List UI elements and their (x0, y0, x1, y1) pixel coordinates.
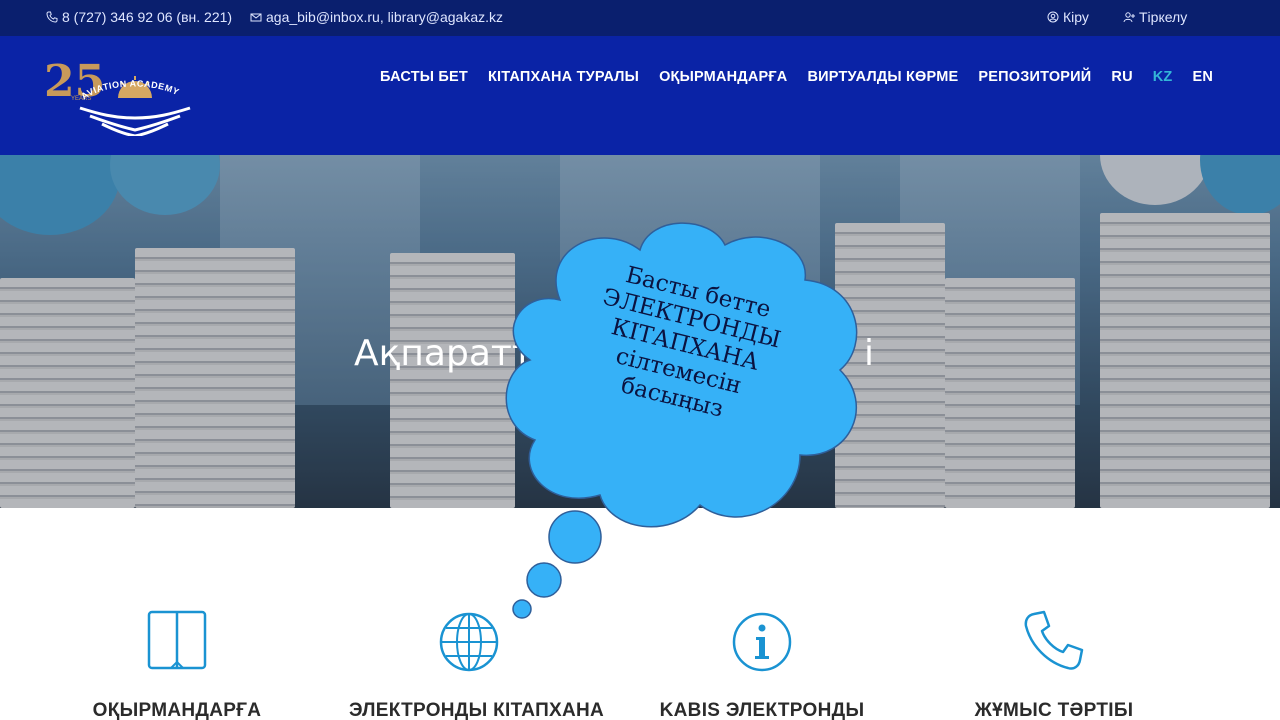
feature-label: ОҚЫРМАНДАРҒА (92, 700, 262, 720)
login-link[interactable]: Кіру (1047, 9, 1089, 25)
feature-work-schedule[interactable]: ЖҰМЫС ТӘРТІБІ (934, 608, 1174, 720)
phone-handset-icon (1024, 610, 1084, 670)
user-plus-icon (1123, 12, 1135, 23)
nav-repository[interactable]: РЕПОЗИТОРИЙ (978, 69, 1091, 85)
info-icon (732, 612, 792, 672)
user-circle-icon (1047, 11, 1059, 23)
globe-icon (439, 612, 499, 672)
envelope-icon (250, 13, 262, 22)
nav-lang-en[interactable]: EN (1193, 69, 1214, 85)
feature-kabis[interactable]: KABIS ЭЛЕКТРОНДЫ (642, 608, 882, 720)
hero-title: Ақпаратт (354, 333, 533, 374)
main-nav: БАСТЫ БЕТ КІТАПХАНА ТУРАЛЫ ОҚЫРМАНДАРҒА … (380, 69, 1233, 85)
logo-graphic: 25 YEARS AVIATION ACADEMY (44, 56, 191, 138)
academy-logo[interactable]: 25 YEARS AVIATION ACADEMY (44, 52, 200, 138)
nav-virtual-exhibition[interactable]: ВИРТУАЛДЫ КӨРМЕ (807, 69, 958, 85)
feature-readers[interactable]: ОҚЫРМАНДАРҒА (57, 608, 297, 720)
phone-text: 8 (727) 346 92 06 (вн. 221) (62, 9, 233, 25)
login-label: Кіру (1063, 9, 1089, 25)
main-header: 25 YEARS AVIATION ACADEMY БАСТЫ БЕТ КІТА… (0, 36, 1280, 155)
email-contact: aga_bib@inbox.ru, library@agakaz.kz (250, 9, 503, 25)
feature-electronic-library[interactable]: ЭЛЕКТРОНДЫ КІТАПХАНА (349, 608, 604, 720)
email-text[interactable]: aga_bib@inbox.ru, library@agakaz.kz (266, 9, 503, 25)
hero-title-end: і (864, 333, 875, 374)
nav-about-library[interactable]: КІТАПХАНА ТУРАЛЫ (488, 69, 639, 85)
phone-contact: 8 (727) 346 92 06 (вн. 221) (46, 9, 232, 25)
register-link[interactable]: Тіркелу (1123, 9, 1187, 25)
nav-lang-kz[interactable]: KZ (1153, 69, 1173, 85)
nav-lang-ru[interactable]: RU (1111, 69, 1132, 85)
phone-icon (46, 11, 58, 23)
feature-label: ЖҰМЫС ТӘРТІБІ (974, 700, 1134, 720)
top-contact-bar: 8 (727) 346 92 06 (вн. 221) aga_bib@inbo… (0, 0, 1280, 36)
feature-label: ЭЛЕКТРОНДЫ КІТАПХАНА (349, 700, 605, 720)
feature-label: KABIS ЭЛЕКТРОНДЫ (659, 700, 865, 720)
nav-home[interactable]: БАСТЫ БЕТ (380, 69, 468, 85)
nav-readers[interactable]: ОҚЫРМАНДАРҒА (659, 69, 787, 85)
book-icon (147, 610, 207, 670)
register-label: Тіркелу (1139, 9, 1188, 25)
